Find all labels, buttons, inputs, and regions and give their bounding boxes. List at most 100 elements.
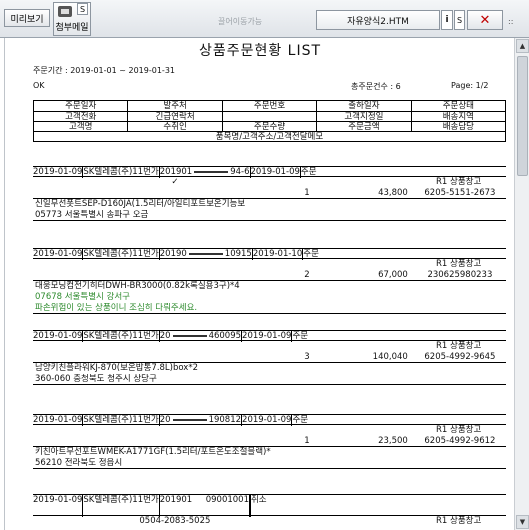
column-header-grid: 주문일자 발주처 주문번호 출하일자 주문상태 고객전화 긴급연락처 고객지정일… [33,100,506,142]
delivery-tracking: 6205-5151-2673 [424,188,496,198]
customer-phone [33,425,128,436]
close-button[interactable]: ✕ [467,10,503,30]
item-name: 키친아트무선포트WMEK-A1771GF(1.5리터/포트온도조절블랙)* [35,447,271,457]
order-quantity: 1 [304,436,310,446]
warehouse: R1 상품창고 [436,341,482,351]
record-row-3: 1 23,500 6205-4992-9612 [33,436,506,447]
record-row-2: R1 상품창고 [33,425,506,436]
header-row: 품목명/고객주소/고객전달메모 [34,131,505,142]
check-mark [128,341,223,352]
vertical-scrollbar[interactable]: ▲ ▼ [514,38,529,530]
order-vendor: SK텔레콤(주)11번가 [83,495,160,517]
record-row-1: 2019-01-09 SK텔레콤(주)11번가 201901 09001001 … [33,494,506,517]
scroll-down-arrow-icon[interactable]: ▼ [516,515,529,529]
scroll-thumb[interactable] [517,56,528,176]
customer-phone [33,259,128,270]
grip-icon[interactable]: :: [508,17,513,26]
delivery-tracking: 6205-4992-9612 [424,436,496,446]
redaction-bar [194,170,229,173]
order-date: 2019-01-09 [33,495,84,517]
check-mark [128,259,223,270]
header-row: 주문일자 발주처 주문번호 출하일자 주문상태 [34,101,505,111]
header-cell: 출하일자 [317,101,412,111]
order-period: 주문기간 : 2019-01-01 ~ 2019-01-31 [33,66,175,75]
order-quantity: 1 [304,188,310,198]
order-number-prefix: 20190 [159,249,187,259]
redaction-bar [172,418,207,421]
customer-address: 05773 서울특별시 송파구 오금 [33,210,506,221]
report-title: 상품주문현황 LIST [198,43,322,59]
s-toggle[interactable]: S [77,3,88,15]
order-amount: 67,000 [378,270,408,280]
warehouse: R1 상품창고 [436,177,482,187]
record-row-1: 2019-01-09 SK텔레콤(주)11번가 20 190812 2019-01… [33,414,506,426]
header-cell: 발주처 [128,101,223,111]
order-quantity: 2 [304,270,310,280]
record-row-3: 3 140,040 6205-4992-9645 [33,352,506,363]
redaction-bar [172,334,207,337]
order-amount: 140,040 [372,352,408,362]
report-document: 상품주문현황 LIST 주문기간 : 2019-01-01 ~ 2019-01-… [4,38,514,530]
order-number-prefix: 201901 [159,167,193,177]
warehouse: R1 상품창고 [436,516,482,526]
order-number: 201901 09001001 [160,495,250,517]
order-number-prefix: 20 [159,331,171,341]
template-selector[interactable]: 자유양식2.HTM [316,10,440,30]
info-button[interactable]: i [441,10,453,30]
preview-button[interactable]: 미리보기 [4,9,50,27]
header-cell: 배송지역 [442,112,474,122]
record-row-2: R1 상품창고 [33,259,506,270]
order-number-prefix: 20 [159,415,171,425]
scroll-up-arrow-icon[interactable]: ▲ [516,39,529,53]
warehouse: R1 상품창고 [436,259,482,269]
record-row-1: 2019-01-09 SK텔레콤(주)11번가 201901 94-6 2019-… [33,166,506,178]
order-number-suffix: 460095 [208,331,242,341]
header-cell: 배송담당 [442,122,474,132]
customer-phone [33,341,128,352]
ok-label: OK [33,81,45,90]
order-record: 2019-01-09 SK텔레콤(주)11번가 201901 94-6 2019-… [33,166,506,221]
customer-memo: 파손위험이 있는 상품이니 조심히 다뤄주세요. [33,303,506,314]
attach-mail-label: 첨부메일 [55,23,89,33]
header-row: 고객명 수취인 주문수량 주문금액 배송담당 [34,121,505,132]
total-orders: 총주문건수 : 6 [351,82,401,91]
record-row-3: 2 67,000 230625980233 [33,270,506,281]
order-number-prefix: 201901 [159,495,193,505]
item-name: 대웅모닝컴전기히터DWH-BR3000(0.82k록실용3구)*4 [35,281,240,291]
customer-address: 360-060 충청북도 청주시 상당구 [33,374,506,385]
record-row-2: R1 상품창고 [33,341,506,352]
order-record: 2019-01-09 SK텔레콤(주)11번가 20190 10915 2019-… [33,248,506,314]
s-toggle-2[interactable]: S [454,10,465,30]
drag-hint: 끌어이동가능 [218,17,263,26]
customer-address: 56210 전라북도 정읍시 [33,458,506,469]
header-cell: 품목명/고객주소/고객전달메모 [215,132,324,142]
delivery-tracking: 230625980233 [427,270,493,280]
customer-phone [33,177,128,188]
page-indicator: Page: 1/2 [451,81,489,90]
record-row-2: ✓ R1 상품창고 [33,177,506,188]
header-cell: 고객지정일 [317,112,412,122]
header-cell: 긴급연락처 [128,112,223,122]
header-row: 고객전화 긴급연락처 고객지정일 배송지역 [34,111,505,122]
header-cell [223,112,318,121]
header-cell: 주문금액 [317,122,412,132]
toolbar: 미리보기 첨부메일 S 끌어이동가능 자유양식2.HTM i S ✕ :: [0,0,529,38]
order-number-suffix: 10915 [224,249,252,259]
header-cell: 주문수량 [223,122,318,132]
record-row-1: 2019-01-09 SK텔레콤(주)11번가 20190 10915 2019-… [33,248,506,260]
record-row-2: 0504-2083-5025 R1 상품창고 [33,516,506,527]
order-record: 2019-01-09 SK텔레콤(주)11번가 20 460095 2019-01… [33,330,506,385]
